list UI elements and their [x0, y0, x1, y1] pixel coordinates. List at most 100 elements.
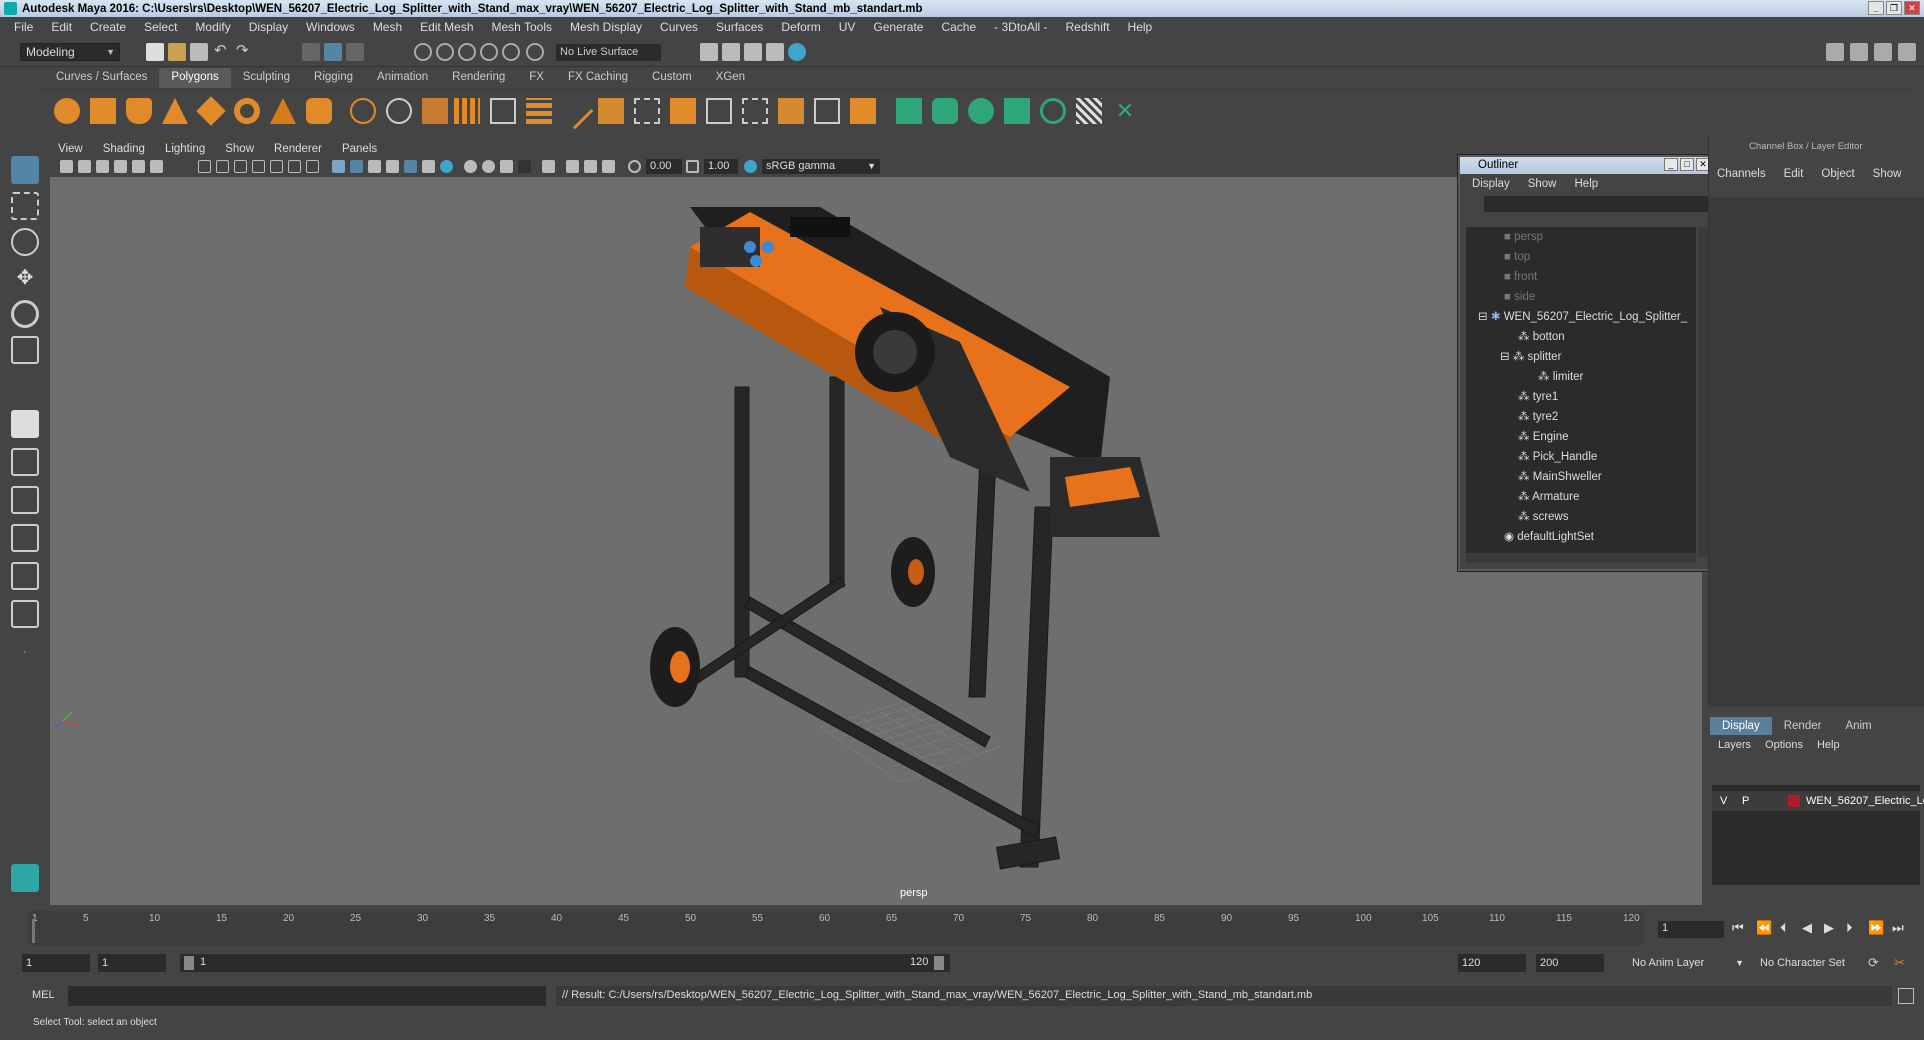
playback-end-field[interactable]: 120 [1458, 954, 1526, 972]
select-hierarchy-icon[interactable] [302, 43, 320, 61]
undo-icon[interactable]: ↶ [214, 43, 232, 61]
shelf-tab-polygons[interactable]: Polygons [159, 68, 231, 88]
range-slider[interactable]: 1 120 [180, 954, 950, 972]
animation-end-field[interactable]: 200 [1536, 954, 1604, 972]
layer-playback-toggle[interactable]: P [1742, 791, 1749, 811]
safe-action-icon[interactable] [288, 160, 301, 173]
minimize-button[interactable]: _ [1868, 1, 1884, 15]
poly-plane-icon[interactable] [196, 96, 226, 126]
poly-pipe-icon[interactable] [306, 98, 332, 124]
exposure-field[interactable]: 0.00 [646, 159, 682, 174]
extrude-icon[interactable] [598, 98, 624, 124]
hypershade-icon[interactable] [766, 43, 784, 61]
viewport-menu-renderer[interactable]: Renderer [274, 143, 322, 155]
offset-edge-loop-icon[interactable] [742, 98, 768, 124]
move-tool-icon[interactable]: ✥ [11, 264, 39, 292]
select-object-icon[interactable] [324, 43, 342, 61]
layer-tab-display[interactable]: Display [1710, 717, 1772, 735]
shelf-tab-curves-surfaces[interactable]: Curves / Surfaces [44, 68, 159, 88]
menu-curves[interactable]: Curves [660, 20, 698, 34]
anim-layer-select[interactable]: No Anim Layer ▼ [1624, 954, 1746, 972]
shelf-tab-xgen[interactable]: XGen [704, 68, 757, 88]
outliner-menu-show[interactable]: Show [1528, 178, 1557, 190]
render-view-icon[interactable] [788, 43, 806, 61]
outliner-search-field[interactable] [1484, 196, 1708, 212]
uv-automatic-icon[interactable] [1004, 98, 1030, 124]
character-set-select[interactable]: No Character Set [1752, 954, 1872, 972]
layer-visibility-toggle[interactable]: V [1720, 791, 1727, 811]
step-forward-frame-icon[interactable]: ⏩ [1868, 920, 1884, 936]
time-slider[interactable]: 1 5 10 15 20 25 30 35 40 45 50 55 60 65 … [28, 911, 1644, 945]
outliner-item-pick-handle[interactable]: ⁂ Pick_Handle [1518, 447, 1597, 467]
animation-start-field[interactable]: 1 [22, 954, 90, 972]
single-pane-layout-icon[interactable] [11, 410, 39, 438]
uv-planar-icon[interactable] [896, 98, 922, 124]
outliner-item-tyre2[interactable]: ⁂ tyre2 [1518, 407, 1558, 427]
render-settings-icon[interactable] [744, 43, 762, 61]
reduce-icon[interactable] [490, 98, 516, 124]
outliner-item-persp[interactable]: ■ persp [1504, 227, 1543, 247]
menu-uv[interactable]: UV [839, 20, 856, 34]
anti-aliasing-icon[interactable] [482, 160, 495, 173]
insert-edge-loop-icon[interactable] [706, 98, 732, 124]
play-backwards-icon[interactable]: ◀ [1802, 920, 1812, 936]
menu-surfaces[interactable]: Surfaces [716, 20, 763, 34]
channel-box-menu-channels[interactable]: Channels [1717, 168, 1766, 180]
menu-redshift[interactable]: Redshift [1066, 20, 1110, 34]
save-scene-icon[interactable] [190, 43, 208, 61]
gate-mask-icon[interactable] [252, 160, 265, 173]
layer-menu-layers[interactable]: Layers [1718, 739, 1751, 751]
gamma-field[interactable]: 1.00 [704, 159, 738, 174]
uv-sew-icon[interactable]: ✕ [1112, 98, 1138, 124]
close-button[interactable]: ✕ [1904, 1, 1920, 15]
depth-of-field-icon[interactable] [500, 160, 513, 173]
select-tool-icon[interactable] [11, 156, 39, 184]
ambient-occlusion-icon[interactable] [440, 160, 453, 173]
menu-modify[interactable]: Modify [195, 20, 230, 34]
go-to-end-icon[interactable]: ⏭ [1892, 920, 1904, 936]
fill-hole-icon[interactable] [814, 98, 840, 124]
current-time-indicator[interactable] [32, 919, 35, 943]
snap-view-plane-icon[interactable] [480, 43, 498, 61]
uv-spherical-icon[interactable] [968, 98, 994, 124]
channel-box-menu-object[interactable]: Object [1821, 168, 1854, 180]
poly-cone-icon[interactable] [162, 98, 188, 124]
menu-select[interactable]: Select [144, 20, 177, 34]
camera-attributes-icon[interactable] [78, 160, 91, 173]
paint-select-tool-icon[interactable] [11, 228, 39, 256]
menu-mesh-display[interactable]: Mesh Display [570, 20, 642, 34]
menu-help[interactable]: Help [1128, 20, 1153, 34]
channel-box-menu-edit[interactable]: Edit [1784, 168, 1804, 180]
outliner-title-bar[interactable]: Outliner _ □ ✕ [1460, 157, 1712, 174]
menu-file[interactable]: File [14, 20, 33, 34]
command-language-toggle[interactable]: MEL [32, 989, 55, 1001]
step-back-key-icon[interactable]: ⏴ [1780, 920, 1787, 936]
snap-live-icon[interactable] [502, 43, 520, 61]
uv-cylindrical-icon[interactable] [932, 98, 958, 124]
persp-outliner-layout-icon[interactable] [11, 524, 39, 552]
layer-tab-render[interactable]: Render [1772, 717, 1834, 735]
xray-components-icon[interactable] [584, 160, 597, 173]
outliner-item-splitter[interactable]: ⊟ ⁂ splitter [1500, 347, 1561, 367]
wireframe-on-shaded-icon[interactable] [368, 160, 381, 173]
channel-box-toggle-icon[interactable] [1898, 43, 1916, 61]
outliner-item-default-light-set[interactable]: ◉ defaultLightSet [1504, 527, 1594, 547]
image-plane-icon[interactable] [114, 160, 127, 173]
menu-deform[interactable]: Deform [781, 20, 820, 34]
separate-icon[interactable] [386, 98, 412, 124]
use-all-lights-icon[interactable] [404, 160, 417, 173]
lasso-tool-icon[interactable] [11, 192, 39, 220]
shelf-tab-sculpting[interactable]: Sculpting [231, 68, 302, 88]
two-pane-layout-icon[interactable] [11, 486, 39, 514]
command-input[interactable] [68, 986, 546, 1006]
gamma-icon[interactable] [686, 160, 699, 173]
menu-create[interactable]: Create [90, 20, 126, 34]
hypershade-layout-icon[interactable] [11, 600, 39, 628]
outliner-item-limiter[interactable]: ⁂ limiter [1538, 367, 1583, 387]
viewport-menu-show[interactable]: Show [225, 143, 254, 155]
field-chart-icon[interactable] [270, 160, 283, 173]
layer-menu-help[interactable]: Help [1817, 739, 1840, 751]
rotate-tool-icon[interactable] [11, 300, 39, 328]
mirror-icon[interactable] [422, 98, 448, 124]
outliner-item-screws[interactable]: ⁂ screws [1518, 507, 1568, 527]
